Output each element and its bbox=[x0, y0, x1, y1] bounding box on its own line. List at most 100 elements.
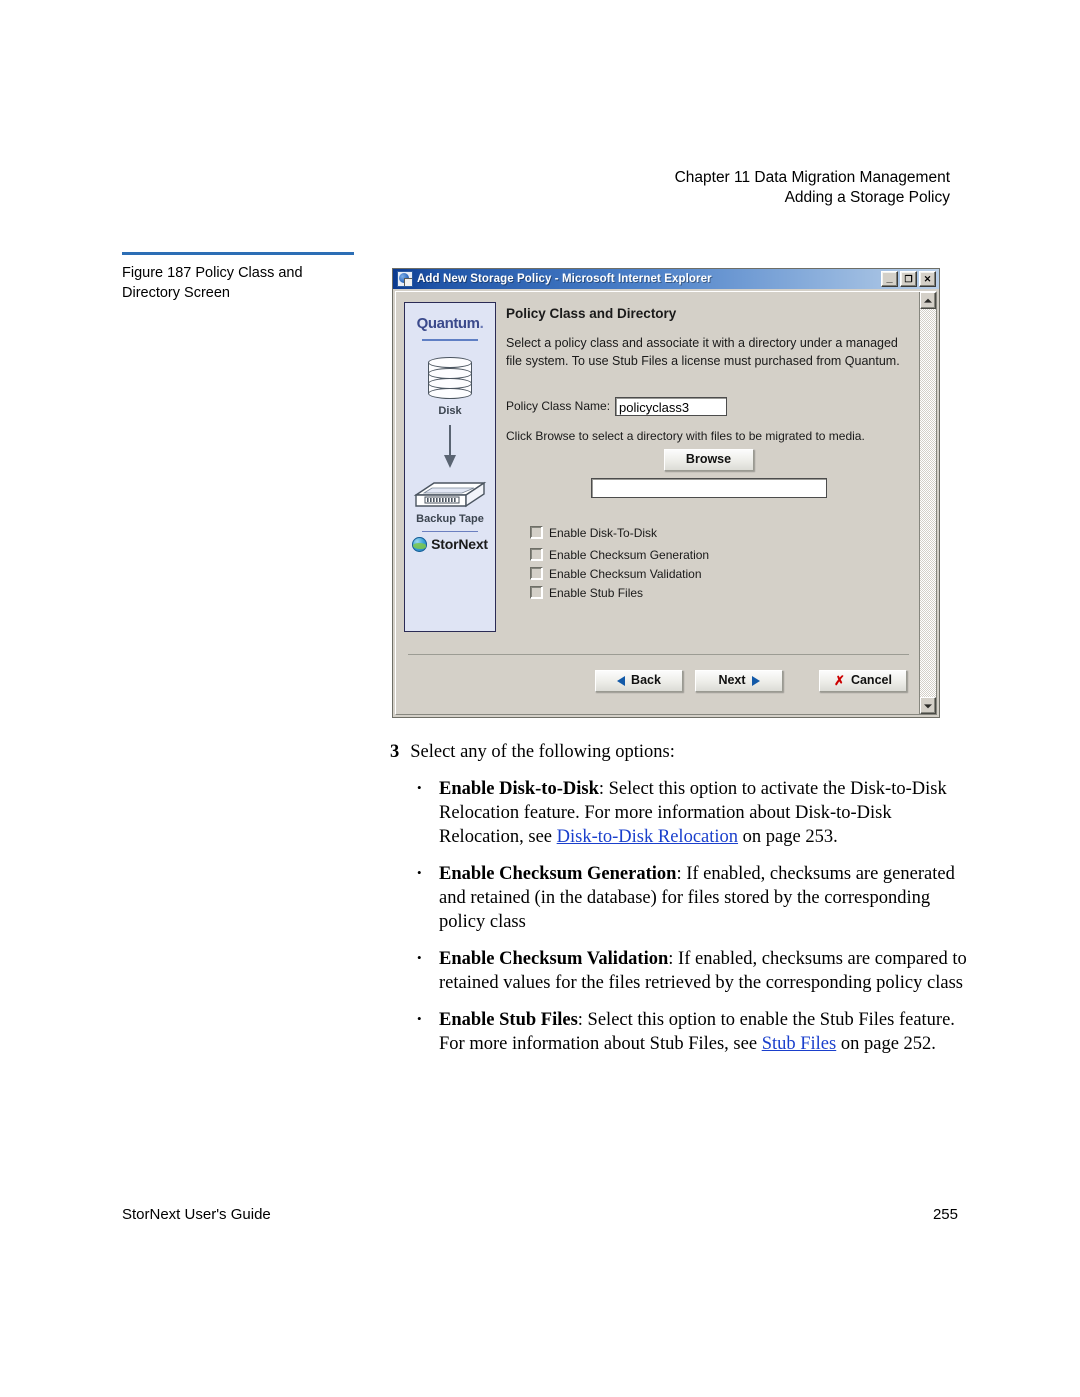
bullet-marker: • bbox=[417, 1011, 422, 1027]
wizard-footer-divider bbox=[408, 654, 909, 655]
directory-input[interactable] bbox=[590, 477, 827, 498]
bullet-enable-disk-to-disk: • Enable Disk-to-Disk: Select this optio… bbox=[390, 777, 970, 849]
bullet-term: Enable Checksum Validation bbox=[439, 949, 669, 970]
enable-disk-to-disk-checkbox[interactable] bbox=[530, 526, 543, 539]
bullet-text: Enable Disk-to-Disk: Select this option … bbox=[439, 777, 970, 849]
backup-tape-label: Backup Tape bbox=[416, 512, 484, 525]
browse-button[interactable]: Browse bbox=[663, 448, 754, 471]
stornext-globe-icon bbox=[412, 536, 428, 552]
enable-checksum-generation-label: Enable Checksum Generation bbox=[549, 547, 710, 562]
back-arrow-icon bbox=[617, 675, 626, 686]
bullet-term: Enable Disk-to-Disk bbox=[439, 779, 599, 800]
step-3-number: 3 bbox=[390, 742, 400, 762]
enable-checksum-validation-label: Enable Checksum Validation bbox=[549, 566, 702, 581]
enable-checksum-validation-checkbox[interactable] bbox=[530, 567, 543, 580]
enable-disk-to-disk-label: Enable Disk-To-Disk bbox=[549, 525, 658, 540]
running-head-section: Adding a Storage Policy bbox=[784, 188, 950, 206]
next-button-label: Next bbox=[718, 673, 746, 687]
bullet-tail: on page 252. bbox=[836, 1034, 936, 1055]
window-title-bar[interactable]: Add New Storage Policy - Microsoft Inter… bbox=[393, 269, 939, 289]
directory-input-row bbox=[506, 477, 911, 503]
bullet-marker: • bbox=[417, 950, 422, 966]
minimize-icon: _ bbox=[886, 272, 893, 284]
window-client-area: Quantum. Disk Backup Tape StorNext Polic… bbox=[395, 291, 937, 715]
checkbox-row-checksum-validation[interactable]: Enable Checksum Validation bbox=[530, 567, 911, 581]
pane-description: Select a policy class and associate it w… bbox=[506, 336, 900, 368]
page-footer: StorNext User's Guide 255 bbox=[122, 1206, 958, 1223]
bullet-enable-checksum-generation: • Enable Checksum Generation: If enabled… bbox=[390, 862, 970, 934]
quantum-logo: Quantum. bbox=[405, 315, 495, 332]
close-button[interactable]: ✕ bbox=[919, 271, 936, 287]
back-button[interactable]: Back bbox=[595, 670, 683, 692]
pane-title: Policy Class and Directory bbox=[506, 306, 677, 321]
vertical-scrollbar[interactable] bbox=[919, 292, 936, 714]
checkbox-row-checksum-generation[interactable]: Enable Checksum Generation bbox=[530, 548, 911, 562]
footer-guide-title: StorNext User's Guide bbox=[122, 1206, 271, 1223]
stub-files-link[interactable]: Stub Files bbox=[762, 1034, 837, 1054]
bullet-term: Enable Stub Files bbox=[439, 1010, 578, 1031]
sidebar-divider-top bbox=[422, 339, 478, 341]
bullet-text: Enable Checksum Generation: If enabled, … bbox=[439, 862, 970, 934]
next-button[interactable]: Next bbox=[695, 670, 783, 692]
figure-title-line2: Directory Screen bbox=[122, 284, 230, 301]
bullet-term: Enable Checksum Generation bbox=[439, 864, 677, 885]
body-content: 3 Select any of the following options: •… bbox=[390, 740, 970, 1070]
policy-class-name-row: Policy Class Name: policyclass3 bbox=[506, 396, 911, 416]
figure-caption: Figure 187 Policy Class and Directory Sc… bbox=[122, 252, 362, 303]
minimize-button[interactable]: _ bbox=[881, 271, 898, 287]
bullet-marker: • bbox=[417, 865, 422, 881]
backup-tape-icon bbox=[412, 475, 488, 511]
bullet-tail: on page 253. bbox=[738, 827, 838, 848]
cancel-x-icon: ✗ bbox=[834, 673, 845, 688]
scroll-down-button[interactable] bbox=[920, 697, 936, 714]
browse-button-row: Browse bbox=[506, 448, 911, 471]
scroll-up-button[interactable] bbox=[920, 292, 936, 309]
wizard-main-pane: Policy Class and Directory Select a poli… bbox=[506, 302, 911, 605]
window-title: Add New Storage Policy - Microsoft Inter… bbox=[417, 273, 712, 285]
options-checkbox-group: Enable Disk-To-Disk Enable Checksum Gene… bbox=[530, 526, 911, 600]
enable-stub-files-checkbox[interactable] bbox=[530, 586, 543, 599]
stornext-logo-text: StorNext bbox=[431, 536, 488, 552]
wizard-button-row: Back Next ✗ Cancel bbox=[396, 670, 907, 692]
stornext-logo: StorNext bbox=[405, 536, 495, 552]
window-controls[interactable]: _ ❐ ✕ bbox=[881, 271, 936, 287]
cancel-button-label: Cancel bbox=[850, 673, 892, 687]
disk-icon bbox=[422, 356, 478, 403]
figure-number: Figure 187 bbox=[122, 265, 192, 281]
options-bullet-list: • Enable Disk-to-Disk: Select this optio… bbox=[390, 777, 970, 1056]
bullet-text: Enable Stub Files: Select this option to… bbox=[439, 1008, 970, 1056]
close-icon: ✕ bbox=[923, 273, 932, 284]
enable-stub-files-label: Enable Stub Files bbox=[549, 585, 644, 600]
figure-caption-rule bbox=[122, 252, 354, 255]
bullet-text: Enable Checksum Validation: If enabled, … bbox=[439, 947, 970, 995]
enable-checksum-generation-checkbox[interactable] bbox=[530, 548, 543, 561]
maximize-icon: ❐ bbox=[904, 273, 913, 284]
step-3: 3 Select any of the following options: bbox=[390, 740, 970, 764]
wizard-page: Quantum. Disk Backup Tape StorNext Polic… bbox=[396, 292, 919, 714]
running-head: Chapter 11 Data Migration Management Add… bbox=[675, 168, 950, 208]
quantum-logo-text: Quantum bbox=[416, 315, 480, 332]
bullet-enable-checksum-validation: • Enable Checksum Validation: If enabled… bbox=[390, 947, 970, 995]
checkbox-row-disk-to-disk[interactable]: Enable Disk-To-Disk bbox=[530, 526, 911, 540]
bullet-enable-stub-files: • Enable Stub Files: Select this option … bbox=[390, 1008, 970, 1056]
browse-hint-text: Click Browse to select a directory with … bbox=[506, 428, 865, 443]
disk-to-disk-relocation-link[interactable]: Disk-to-Disk Relocation bbox=[557, 827, 738, 847]
bullet-marker: • bbox=[417, 780, 422, 796]
policy-class-name-label: Policy Class Name: bbox=[506, 399, 611, 413]
sidebar-divider-bottom bbox=[422, 530, 478, 532]
checkbox-row-stub-files[interactable]: Enable Stub Files bbox=[530, 586, 911, 600]
down-arrow-icon bbox=[444, 424, 456, 469]
step-3-text: Select any of the following options: bbox=[410, 742, 675, 762]
cancel-button[interactable]: ✗ Cancel bbox=[819, 670, 907, 692]
policy-class-name-input[interactable]: policyclass3 bbox=[615, 396, 728, 416]
next-arrow-icon bbox=[751, 675, 760, 686]
internet-explorer-icon bbox=[397, 271, 413, 287]
maximize-button[interactable]: ❐ bbox=[900, 271, 917, 287]
browser-window[interactable]: Add New Storage Policy - Microsoft Inter… bbox=[392, 268, 940, 718]
quantum-logo-dot: . bbox=[479, 315, 484, 332]
footer-page-number: 255 bbox=[932, 1206, 958, 1223]
running-head-chapter: Chapter 11 Data Migration Management bbox=[674, 169, 950, 186]
wizard-sidebar: Quantum. Disk Backup Tape StorNext bbox=[404, 302, 496, 632]
disk-label: Disk bbox=[438, 404, 462, 417]
back-button-label: Back bbox=[631, 673, 661, 687]
